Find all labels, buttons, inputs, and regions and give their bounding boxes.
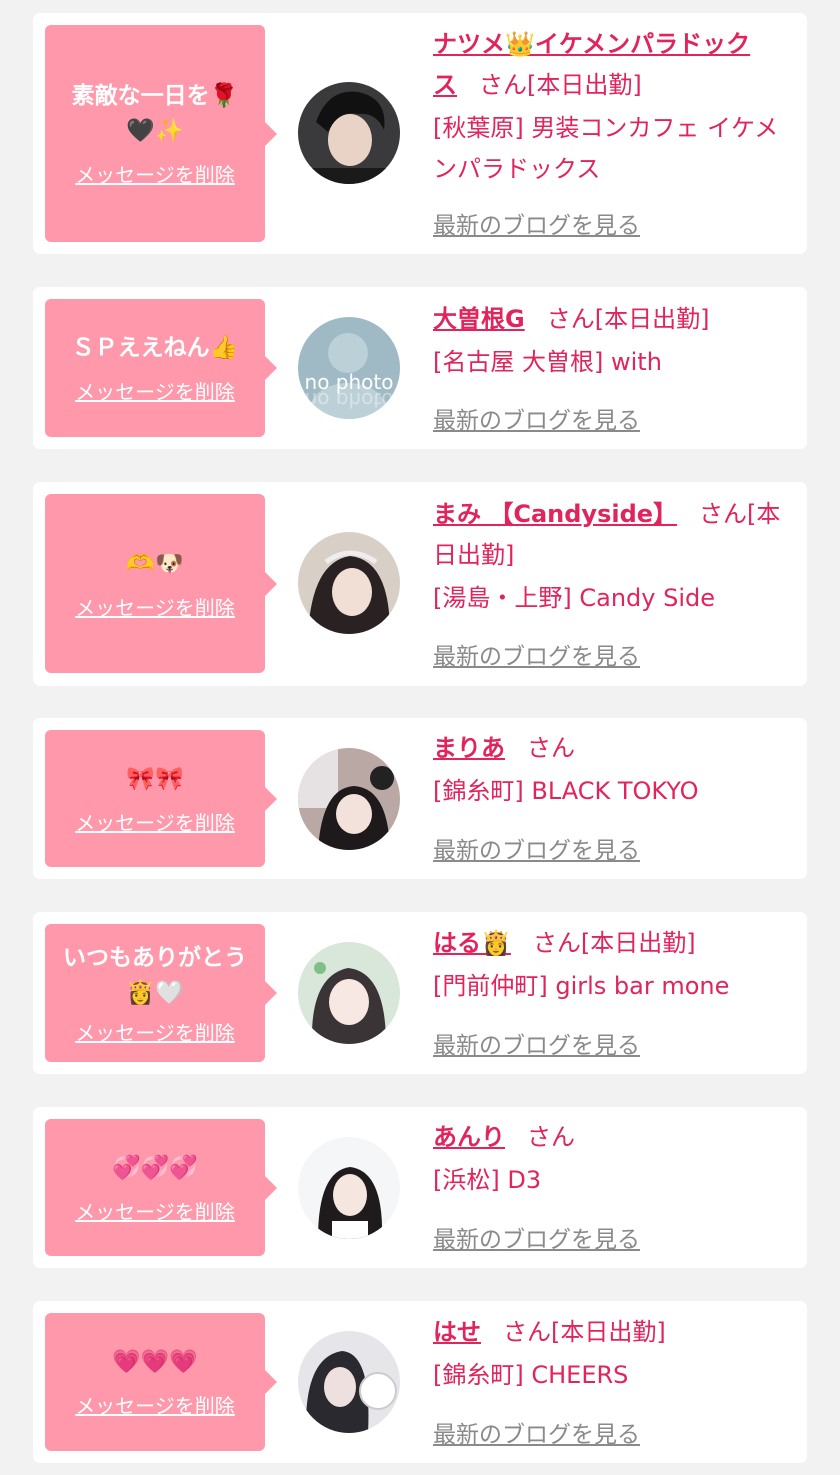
message-card: 💗💗💗 メッセージを削除 はせ さん[本日出勤] [錦糸町] CHEERS 最新の… — [33, 1301, 807, 1463]
shop-name: [秋葉原] 男装コンカフェ イケメンパラドックス — [433, 114, 779, 183]
avatar[interactable] — [298, 532, 400, 634]
host-info: まみ 【Candyside】 さん[本日出勤] [湯島・上野] Candy Sid… — [433, 494, 789, 619]
message-text: いつもありがとう👸🤍 — [63, 944, 247, 1006]
host-info: 大曽根G さん[本日出勤] [名古屋 大曽根] with — [433, 299, 789, 383]
latest-blog-link[interactable]: 最新のブログを見る — [433, 1220, 640, 1254]
message-card: 💞💞💞 メッセージを削除 あんり さん [浜松] D3 最新のブログを見る — [33, 1107, 807, 1268]
avatar[interactable] — [298, 82, 400, 184]
delete-message-link[interactable]: メッセージを削除 — [75, 1390, 235, 1419]
svg-text:no photo: no photo — [305, 388, 394, 412]
shop-name: [錦糸町] CHEERS — [433, 1361, 629, 1389]
latest-blog-link[interactable]: 最新のブログを見る — [433, 637, 640, 671]
host-name-link[interactable]: 大曽根G — [433, 305, 525, 333]
message-bubble: 🎀🎀 メッセージを削除 — [45, 730, 277, 867]
message-list: 素敵な一日を🌹🖤✨ メッセージを削除 ナツメ👑イケメンパラドックス さん[本日出勤… — [0, 0, 840, 1475]
host-info: あんり さん [浜松] D3 — [433, 1117, 789, 1201]
message-bubble: 素敵な一日を🌹🖤✨ メッセージを削除 — [45, 25, 277, 242]
delete-message-link[interactable]: メッセージを削除 — [75, 1196, 235, 1225]
shop-name: [門前仲町] girls bar mone — [433, 972, 730, 1000]
message-card: ＳＰええねん👍 メッセージを削除 no photo no photo 大曽根G さ… — [33, 287, 807, 449]
avatar[interactable] — [298, 1331, 400, 1433]
host-name-link[interactable]: はる👸 — [433, 929, 511, 957]
message-bubble: いつもありがとう👸🤍 メッセージを削除 — [45, 924, 277, 1062]
message-bubble: 🫶🐶 メッセージを削除 — [45, 494, 277, 673]
no-photo-avatar[interactable]: no photo no photo — [298, 317, 400, 419]
host-info: ナツメ👑イケメンパラドックス さん[本日出勤] [秋葉原] 男装コンカフェ イケメ… — [433, 24, 789, 190]
host-status: さん — [527, 734, 575, 762]
message-text: ＳＰええねん👍 — [71, 335, 239, 361]
delete-message-link[interactable]: メッセージを削除 — [75, 159, 235, 188]
avatar[interactable] — [298, 748, 400, 850]
delete-message-link[interactable]: メッセージを削除 — [75, 376, 235, 405]
message-bubble: 💗💗💗 メッセージを削除 — [45, 1313, 277, 1451]
host-status: さん[本日出勤] — [532, 929, 696, 957]
shop-name: [錦糸町] BLACK TOKYO — [433, 777, 699, 805]
host-info: まりあ さん [錦糸町] BLACK TOKYO — [433, 728, 789, 812]
message-bubble: 💞💞💞 メッセージを削除 — [45, 1119, 277, 1256]
shop-name: [浜松] D3 — [433, 1166, 542, 1194]
message-card: 🎀🎀 メッセージを削除 まりあ さん [錦糸町] BLACK TOKYO 最新のブ… — [33, 718, 807, 879]
latest-blog-link[interactable]: 最新のブログを見る — [433, 401, 640, 435]
message-bubble: ＳＰええねん👍 メッセージを削除 — [45, 299, 277, 437]
message-card: 素敵な一日を🌹🖤✨ メッセージを削除 ナツメ👑イケメンパラドックス さん[本日出勤… — [33, 13, 807, 254]
message-card: いつもありがとう👸🤍 メッセージを削除 はる👸 さん[本日出勤] [門前仲町] g… — [33, 912, 807, 1074]
shop-name: [名古屋 大曽根] with — [433, 348, 662, 376]
latest-blog-link[interactable]: 最新のブログを見る — [433, 831, 640, 865]
host-name-link[interactable]: まりあ — [433, 734, 505, 762]
host-status: さん[本日出勤] — [479, 71, 642, 99]
host-name-link[interactable]: まみ 【Candyside】 — [433, 500, 677, 528]
host-info: はせ さん[本日出勤] [錦糸町] CHEERS — [433, 1312, 789, 1396]
message-text: 🎀🎀 — [126, 765, 184, 792]
message-text: 🫶🐶 — [126, 550, 184, 577]
delete-message-link[interactable]: メッセージを削除 — [75, 1017, 235, 1046]
delete-message-link[interactable]: メッセージを削除 — [75, 592, 235, 621]
avatar[interactable] — [298, 942, 400, 1044]
shop-name: [湯島・上野] Candy Side — [433, 584, 715, 612]
latest-blog-link[interactable]: 最新のブログを見る — [433, 1415, 640, 1449]
message-text: 素敵な一日を🌹🖤✨ — [71, 83, 239, 144]
avatar[interactable] — [298, 1137, 400, 1239]
latest-blog-link[interactable]: 最新のブログを見る — [433, 1026, 640, 1060]
latest-blog-link[interactable]: 最新のブログを見る — [433, 206, 640, 240]
message-card: 🫶🐶 メッセージを削除 まみ 【Candyside】 さん[本日出勤] [湯島・上… — [33, 482, 807, 686]
host-info: はる👸 さん[本日出勤] [門前仲町] girls bar mone — [433, 923, 789, 1007]
host-name-link[interactable]: はせ — [433, 1318, 481, 1346]
host-status: さん[本日出勤] — [546, 305, 710, 333]
host-name-link[interactable]: あんり — [433, 1123, 505, 1151]
message-text: 💞💞💞 — [112, 1154, 198, 1181]
message-text: 💗💗💗 — [112, 1349, 198, 1375]
host-status: さん[本日出勤] — [503, 1318, 666, 1346]
host-status: さん — [527, 1123, 575, 1151]
delete-message-link[interactable]: メッセージを削除 — [75, 807, 235, 836]
